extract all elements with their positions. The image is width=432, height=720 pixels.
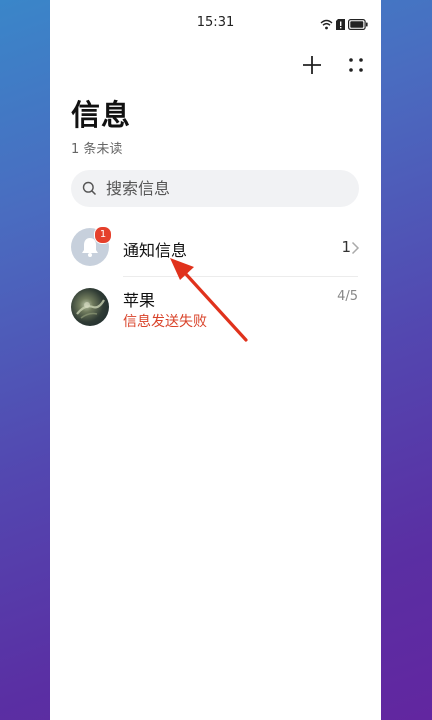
conversation-notifications[interactable]: 1 通知信息 1	[50, 226, 381, 276]
conversation-count: 1	[341, 238, 351, 256]
search-input[interactable]	[104, 178, 348, 199]
unread-count: 1 条未读	[71, 142, 123, 157]
conversation-date: 4/5	[337, 289, 358, 304]
toolbar	[299, 52, 369, 78]
phone-screen: 15:31 信息 1 条未读 搜索信息 1 通知信息 1 苹果 4/5 信息发送…	[50, 0, 381, 720]
status-icons	[320, 15, 368, 34]
wifi-icon	[320, 15, 333, 34]
list-divider	[123, 276, 358, 277]
search-icon	[82, 181, 98, 197]
contact-avatar	[71, 288, 109, 326]
send-failed-status: 信息发送失败	[123, 314, 207, 330]
more-dots-icon	[349, 58, 363, 72]
conversation-name: 通知信息	[123, 241, 188, 260]
battery-icon	[348, 15, 368, 34]
contact-photo	[76, 299, 105, 319]
conversation-name: 苹果	[123, 291, 156, 310]
plus-icon	[303, 56, 321, 74]
unread-badge: 1	[94, 226, 112, 244]
sim-alert-icon	[336, 15, 345, 34]
chevron-right-icon	[351, 241, 360, 255]
page-title: 信息	[71, 98, 132, 132]
search-bar[interactable]	[71, 170, 359, 207]
conversation-apple[interactable]: 苹果 4/5 信息发送失败	[50, 287, 381, 335]
status-bar: 15:31	[50, 0, 381, 44]
new-message-button[interactable]	[299, 52, 325, 78]
more-options-button[interactable]	[343, 52, 369, 78]
